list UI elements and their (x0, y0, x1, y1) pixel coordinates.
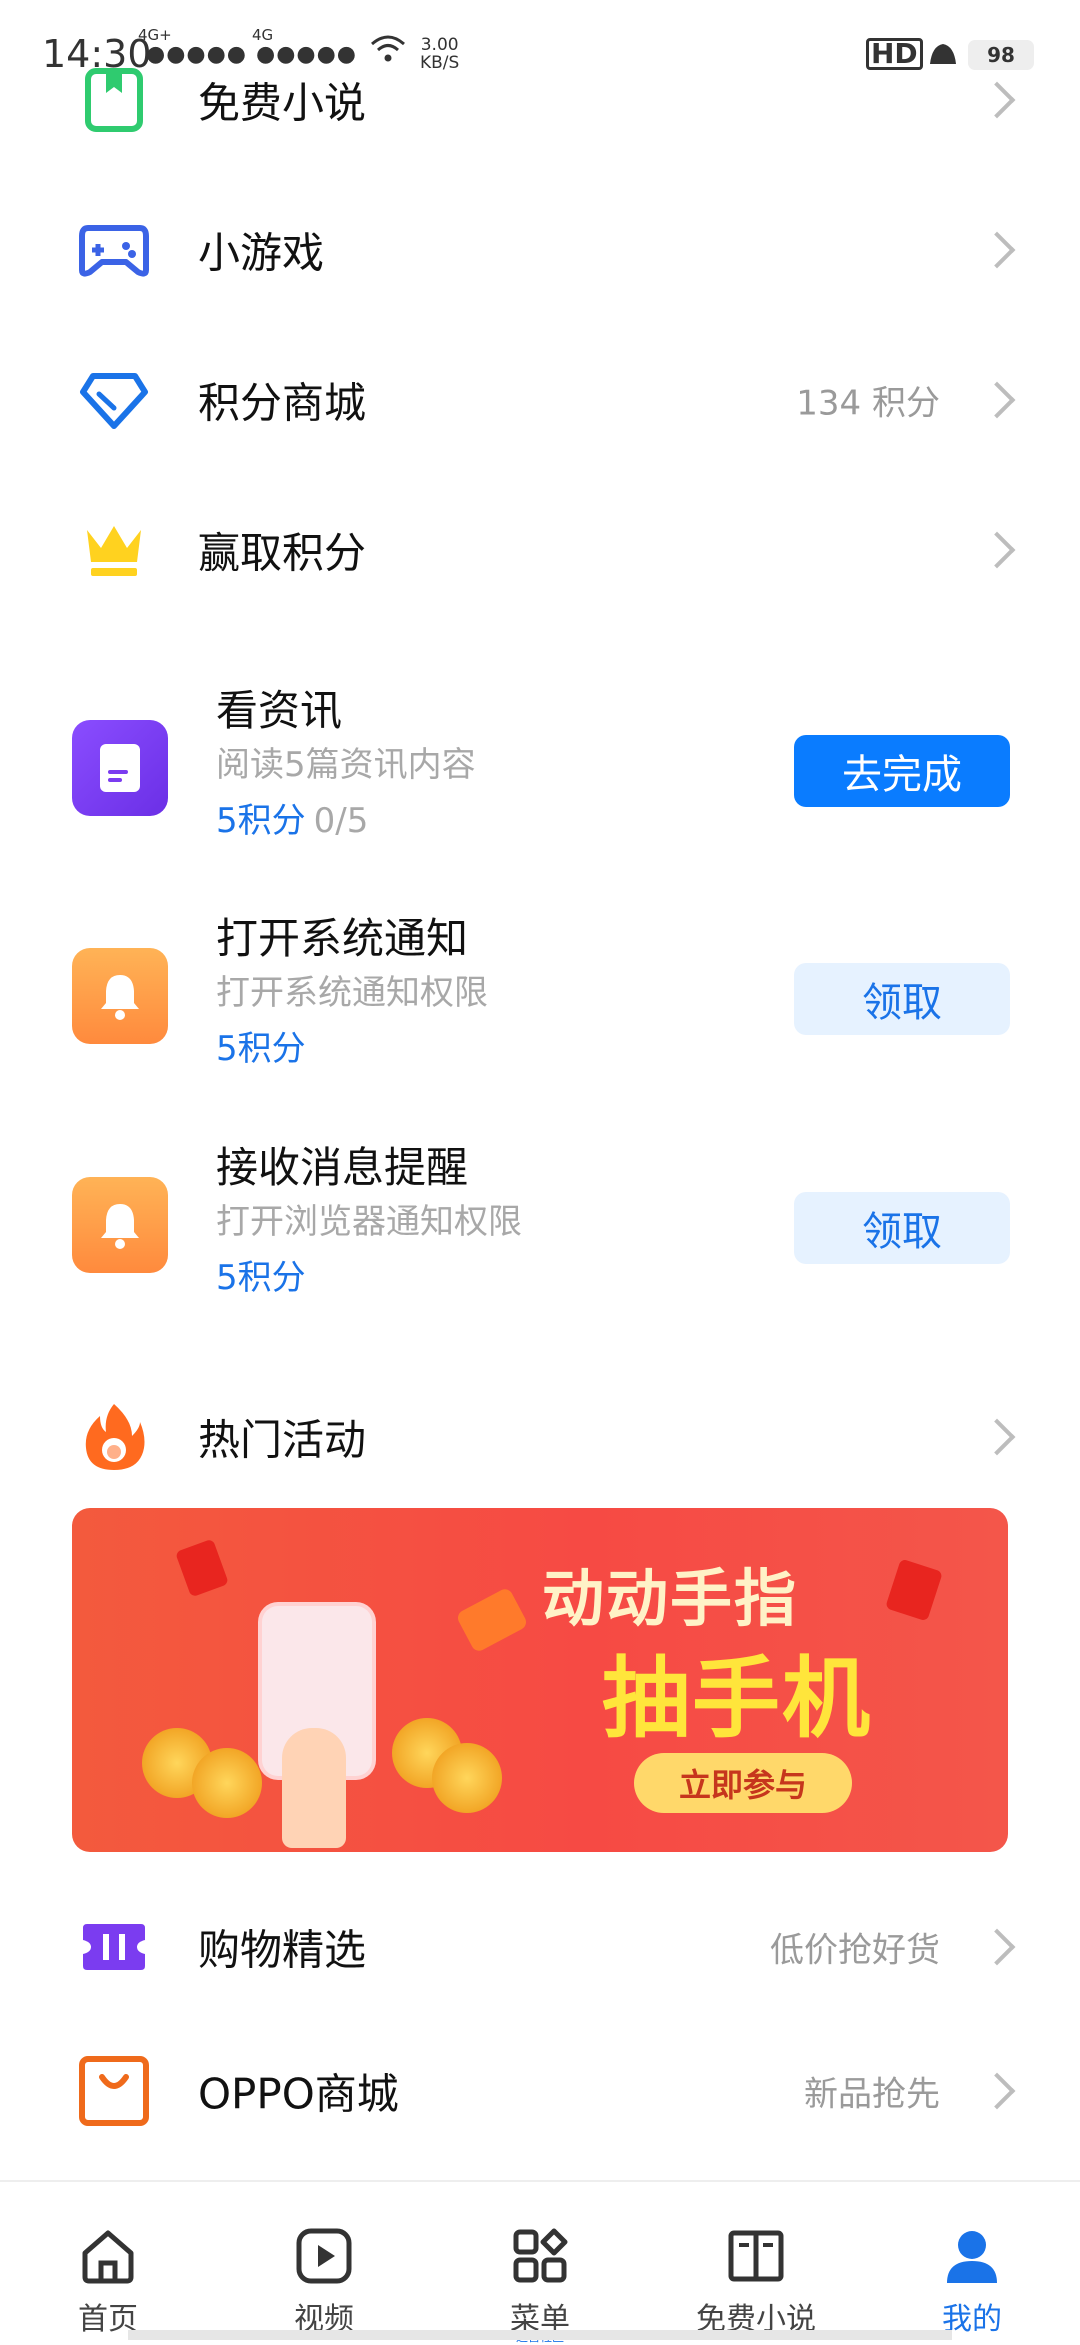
coin-icon (432, 1743, 502, 1813)
points-balance: 134 积分 (796, 383, 940, 424)
speed-unit: KB/S (420, 53, 460, 73)
signal-1-icon: ●●●●● (146, 42, 247, 67)
tab-video[interactable]: 视频 (216, 2182, 432, 2342)
wifi-icon (370, 34, 406, 68)
shopping-bag-icon (72, 2049, 156, 2133)
menu-label: 购物精选 (198, 1925, 367, 1975)
crown-icon (72, 508, 156, 592)
book-icon (726, 2226, 786, 2286)
chevron-right-icon (978, 231, 1016, 269)
network-speed: 3.00 KB/S (420, 36, 459, 72)
bottom-scroll-strip (128, 2330, 952, 2340)
claim-button[interactable]: 领取 (794, 1192, 1010, 1264)
bottom-tab-bar: 首页 视频 菜单 运营社区 免费小说 我的 (0, 2180, 1080, 2344)
notification-icon (926, 38, 960, 72)
claim-button[interactable]: 领取 (794, 963, 1010, 1035)
diamond-icon (72, 358, 156, 442)
menu-hot-activities[interactable]: 热门活动 (0, 1362, 1080, 1512)
task-title: 打开系统通知 (216, 914, 469, 963)
menu-shopping-picks[interactable]: 购物精选 低价抢好货 (0, 1872, 1080, 2022)
menu-points-mall[interactable]: 积分商城 134 积分 (0, 325, 1080, 475)
grid-icon (510, 2226, 570, 2286)
menu-label: 赢取积分 (198, 528, 367, 578)
home-icon (78, 2226, 138, 2286)
tab-home[interactable]: 首页 (0, 2182, 216, 2342)
document-icon (72, 720, 168, 816)
menu-oppo-store[interactable]: OPPO商城 新品抢先 (0, 2016, 1080, 2166)
menu-earn-points[interactable]: 赢取积分 (0, 475, 1080, 625)
chevron-right-icon (978, 531, 1016, 569)
task-message-reminder: 接收消息提醒 打开浏览器通知权限 5积分 领取 (0, 1122, 1080, 1342)
chevron-right-icon (978, 1928, 1016, 1966)
chevron-right-icon (978, 1418, 1016, 1456)
task-title: 接收消息提醒 (216, 1143, 469, 1192)
banner-headline: 动动手指 (542, 1562, 799, 1635)
bell-icon (72, 1177, 168, 1273)
task-read-news: 看资讯 阅读5篇资讯内容 5积分 0/5 去完成 (0, 665, 1080, 885)
promo-banner[interactable]: 动动手指 抽手机 立即参与 (72, 1508, 1008, 1852)
play-icon (294, 2226, 354, 2286)
banner-subheadline: 抽手机 (602, 1647, 873, 1750)
finger-illustration (282, 1728, 346, 1848)
megaphone-icon (455, 1586, 529, 1654)
gamepad-icon (72, 208, 156, 292)
coin-icon (192, 1748, 262, 1818)
chevron-right-icon (978, 2072, 1016, 2110)
task-title: 看资讯 (216, 686, 343, 735)
task-description: 阅读5篇资讯内容 (216, 745, 476, 785)
task-progress: 0/5 (313, 801, 369, 841)
task-points: 5积分 (216, 801, 306, 841)
tab-menu[interactable]: 菜单 运营社区 (432, 2182, 648, 2344)
menu-subtitle: 低价抢好货 (770, 1930, 940, 1971)
chevron-right-icon (978, 381, 1016, 419)
menu-mini-games[interactable]: 小游戏 (0, 175, 1080, 325)
task-system-notification: 打开系统通知 打开系统通知权限 5积分 领取 (0, 893, 1080, 1113)
menu-label: 积分商城 (198, 378, 367, 428)
bell-icon (72, 948, 168, 1044)
go-complete-button[interactable]: 去完成 (794, 735, 1010, 807)
hd-icon: HD (866, 38, 923, 70)
red-envelope-icon (174, 1538, 230, 1598)
signal-2-icon: ●●●●● (256, 42, 357, 67)
battery-indicator: 98 (968, 40, 1034, 70)
status-bar: 14:30 4G+ ●●●●● 4G ●●●●● 3.00 KB/S HD 98 (0, 0, 1080, 100)
ticket-icon (72, 1905, 156, 1989)
join-now-button[interactable]: 立即参与 (634, 1753, 852, 1813)
task-points: 5积分 (216, 1029, 306, 1069)
task-description: 打开系统通知权限 (216, 973, 488, 1013)
red-envelope-icon (885, 1558, 943, 1622)
task-points: 5积分 (216, 1258, 306, 1298)
user-icon (942, 2226, 1002, 2286)
status-time: 14:30 (42, 32, 152, 76)
menu-label: 热门活动 (198, 1415, 367, 1465)
task-description: 打开浏览器通知权限 (216, 1202, 522, 1242)
menu-label: OPPO商城 (198, 2069, 399, 2119)
tab-me[interactable]: 我的 (864, 2182, 1080, 2342)
flame-icon (72, 1395, 156, 1479)
tab-free-novel[interactable]: 免费小说 (648, 2182, 864, 2342)
menu-subtitle: 新品抢先 (804, 2074, 940, 2115)
speed-value: 3.00 (420, 35, 459, 55)
task-reward: 5积分 0/5 (216, 793, 368, 842)
menu-label: 小游戏 (198, 228, 325, 278)
